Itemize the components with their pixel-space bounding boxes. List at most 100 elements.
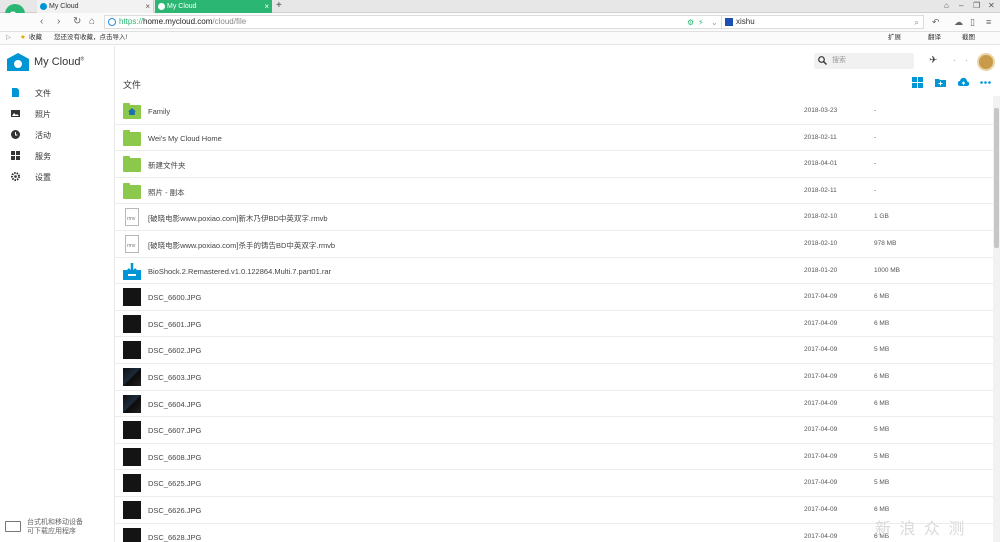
extensions-label[interactable]: 扩展 <box>888 32 901 44</box>
file-size: - <box>874 186 877 194</box>
file-row[interactable]: DSC_6608.JPG 2017-04-09 5 MB <box>115 444 993 471</box>
undo-icon[interactable]: ↶ <box>932 16 940 28</box>
file-size: 1000 MB <box>874 266 901 274</box>
file-size: 5 MB <box>874 452 890 460</box>
file-name[interactable]: DSC_6601.JPG <box>148 320 201 329</box>
url-host: home.mycloud.com <box>143 17 213 26</box>
favorites-label[interactable]: 收藏 <box>29 32 42 44</box>
file-name[interactable]: DSC_6625.JPG <box>148 479 201 488</box>
folder-tab <box>123 182 130 186</box>
file-name[interactable]: DSC_6602.JPG <box>148 346 201 355</box>
minimize-icon[interactable]: – <box>959 1 963 10</box>
lightning-icon[interactable]: ⚡ <box>698 17 704 29</box>
forward-icon[interactable]: › <box>57 16 60 28</box>
file-row[interactable]: DSC_6604.JPG 2017-04-09 6 MB <box>115 391 993 418</box>
file-name[interactable]: DSC_6608.JPG <box>148 453 201 462</box>
file-row[interactable]: DSC_6600.JPG 2017-04-09 6 MB <box>115 284 993 311</box>
tab-close-icon[interactable]: × <box>264 0 269 13</box>
dot-icon: · <box>953 55 957 66</box>
file-row[interactable]: Wei's My Cloud Home 2018-02-11 - <box>115 125 993 152</box>
search-icon[interactable]: ⌕ <box>915 17 919 29</box>
home-icon[interactable]: ⌂ <box>89 16 95 28</box>
address-bar[interactable]: https://home.mycloud.com/cloud/file ⚙ ⚡ … <box>104 15 722 29</box>
grid-view-icon[interactable] <box>912 77 923 88</box>
maximize-icon[interactable]: ❐ <box>973 1 980 10</box>
file-name[interactable]: 照片 - 副本 <box>148 187 185 198</box>
sidebar-item-files[interactable]: 文件 <box>0 83 114 103</box>
scrollbar[interactable] <box>993 96 1000 542</box>
sidebar-item-activity[interactable]: 活动 <box>0 125 114 145</box>
file-name[interactable]: [破晓电影www.poxiao.com]新木乃伊BD中英双字.rmvb <box>148 213 328 224</box>
tab-close-icon[interactable]: × <box>145 0 150 13</box>
cloud-sync-icon[interactable]: ☁ <box>954 16 963 28</box>
file-size: 6 MB <box>874 399 890 407</box>
new-folder-icon[interactable] <box>935 77 946 88</box>
file-row[interactable]: 照片 - 副本 2018-02-11 - <box>115 178 993 205</box>
file-row[interactable]: DSC_6626.JPG 2017-04-09 6 MB <box>115 497 993 524</box>
menu-icon[interactable]: ≡ <box>986 16 991 28</box>
desktop-device-icon <box>5 521 21 532</box>
file-row[interactable]: 新建文件夹 2018-04-01 - <box>115 151 993 178</box>
translate-label[interactable]: 翻译 <box>928 32 941 44</box>
file-name[interactable]: Wei's My Cloud Home <box>148 134 222 143</box>
file-row[interactable]: rmv [破晓电影www.poxiao.com]新木乃伊BD中英双字.rmvb 20… <box>115 204 993 231</box>
file-row[interactable]: BioShock.2.Remastered.v1.0.122864.Multi.… <box>115 258 993 285</box>
shirt-skin-icon[interactable]: ⌂ <box>944 1 949 10</box>
refresh-small-icon[interactable]: ⚙ <box>687 17 694 29</box>
file-row[interactable]: rmv [破晓电影www.poxiao.com]杀手的铸告BD中英双字.rmvb 2… <box>115 231 993 258</box>
favorites-bar: ▷ ★ 收藏 您还没有收藏，点击导入! 扩展 翻译 截图 <box>0 32 1000 45</box>
file-icon <box>12 88 19 97</box>
file-name[interactable]: DSC_6600.JPG <box>148 293 201 302</box>
file-row[interactable]: DSC_6625.JPG 2017-04-09 5 MB <box>115 470 993 497</box>
file-row[interactable]: DSC_6603.JPG 2017-04-09 6 MB <box>115 364 993 391</box>
back-icon[interactable]: ‹ <box>40 16 43 28</box>
phone-icon[interactable]: ▯ <box>970 16 975 28</box>
sidebar-item-photos[interactable]: 照片 <box>0 104 114 124</box>
pin-icon[interactable]: ✈ <box>929 55 937 66</box>
sidebar-item-settings[interactable]: 设置 <box>0 167 114 187</box>
file-date: 2017-04-09 <box>804 479 838 487</box>
file-name[interactable]: DSC_6626.JPG <box>148 506 201 515</box>
file-name[interactable]: Family <box>148 107 170 116</box>
file-date: 2018-03-23 <box>804 107 838 114</box>
favorites-import-hint[interactable]: 您还没有收藏，点击导入! <box>54 32 127 44</box>
sidebar-item-services[interactable]: 服务 <box>0 146 114 166</box>
page-title: 文件 <box>123 80 142 90</box>
close-window-icon[interactable]: ✕ <box>988 1 995 10</box>
file-row[interactable]: Family 2018-03-23 - <box>115 98 993 125</box>
new-tab-button[interactable]: + <box>276 0 282 12</box>
archive-file-icon <box>123 262 141 280</box>
file-row[interactable]: DSC_6607.JPG 2017-04-09 5 MB <box>115 417 993 444</box>
file-name[interactable]: DSC_6607.JPG <box>148 426 201 435</box>
file-size: 1 GB <box>874 213 889 221</box>
sidebar-toggle-icon[interactable]: ▷ <box>6 32 11 44</box>
file-name[interactable]: DSC_6603.JPG <box>148 373 201 382</box>
file-date: 2017-04-09 <box>804 293 838 301</box>
video-file-icon: rmv <box>125 235 139 253</box>
file-name[interactable]: DSC_6628.JPG <box>148 533 201 542</box>
file-row[interactable]: DSC_6602.JPG 2017-04-09 5 MB <box>115 337 993 364</box>
file-date: 2018-02-10 <box>804 240 838 247</box>
more-options-icon[interactable] <box>980 77 991 88</box>
browser-search-value: xishu <box>736 17 755 26</box>
file-row[interactable]: DSC_6601.JPG 2017-04-09 6 MB <box>115 311 993 338</box>
file-name[interactable]: DSC_6604.JPG <box>148 400 201 409</box>
file-name[interactable]: [破晓电影www.poxiao.com]杀手的铸告BD中英双字.rmvb <box>148 240 335 251</box>
device-download-note[interactable]: 台式机和移动设备 可下载应用程序 <box>27 518 83 536</box>
reload-icon[interactable]: ↻ <box>73 16 81 28</box>
photo-thumbnail <box>123 314 141 333</box>
upload-icon[interactable] <box>958 77 969 88</box>
tab-mycloud-2[interactable]: My Cloud × <box>155 0 272 13</box>
file-row[interactable]: DSC_6628.JPG 2017-04-09 6 MB <box>115 524 993 542</box>
browser-search-input[interactable]: xishu ⌕ <box>722 15 924 29</box>
tab-mycloud-1[interactable]: My Cloud × <box>37 0 154 13</box>
file-name[interactable]: 新建文件夹 <box>148 160 186 171</box>
screenshot-label[interactable]: 截图 <box>962 32 975 44</box>
scrollbar-thumb[interactable] <box>994 108 999 248</box>
photo-thumbnail <box>123 368 141 386</box>
app-search-input[interactable]: 搜索 <box>814 53 914 69</box>
file-name[interactable]: BioShock.2.Remastered.v1.0.122864.Multi.… <box>148 267 331 276</box>
dropdown-chevron-icon[interactable]: ⌄ <box>711 17 718 29</box>
user-avatar[interactable] <box>977 53 995 71</box>
photo-thumbnail <box>123 527 141 542</box>
